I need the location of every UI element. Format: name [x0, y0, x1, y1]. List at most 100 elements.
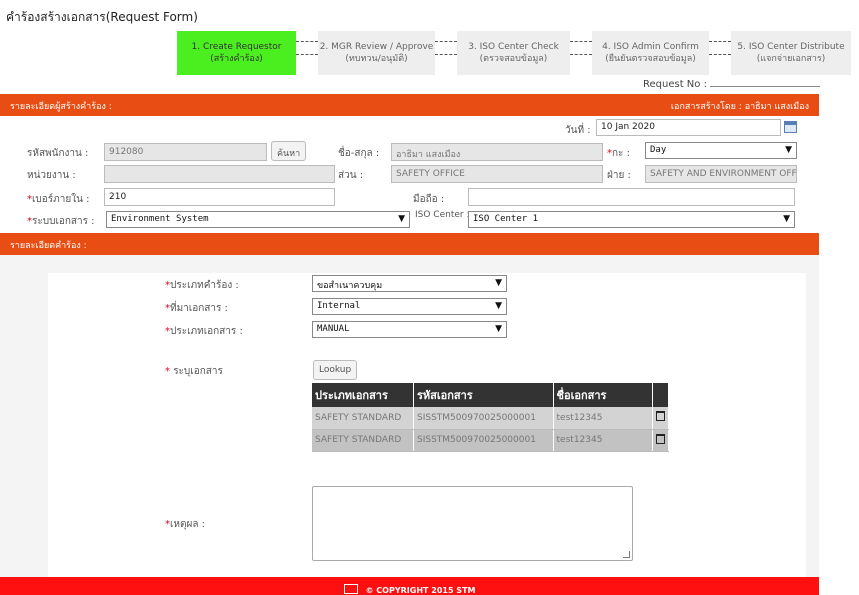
request-type-select[interactable]: ขอสำเนาควบคุม ▼ [312, 275, 507, 292]
doc-source-label: *ที่มาเอกสาร : [165, 303, 228, 314]
doc-system-label: *ระบบเอกสาร : [27, 216, 95, 227]
step-connector [296, 41, 318, 55]
request-type-value: ขอสำเนาควบคุม [317, 281, 383, 291]
step-iso-distribute: 5. ISO Center Distribute (แจกจ่ายเอกสาร) [731, 31, 851, 75]
unit-label: หน่วยงาน : [27, 170, 76, 181]
table-header-row: ประเภทเอกสาร รหัสเอกสาร ชื่อเอกสาร [312, 383, 670, 407]
request-number-label: Request No : [643, 79, 707, 90]
cell-doc-name: test12345 [553, 429, 653, 452]
page-title: คำร้องสร้างเอกสาร(Request Form) [6, 10, 198, 24]
doc-type-label-text: ประเภทเอกสาร : [170, 326, 243, 337]
table-row: SAFETY STANDARD SISSTM500970025000001 te… [312, 429, 670, 452]
iso-center-select[interactable]: ISO Center 1 ▼ [468, 211, 795, 228]
step-3-subtitle: (ตรวจสอบข้อมูล) [479, 54, 548, 64]
chevron-down-icon: ▼ [495, 301, 502, 311]
request-type-label-text: ประเภทคำร้อง : [170, 280, 239, 291]
calendar-icon[interactable] [784, 121, 797, 133]
shift-label: *กะ : [607, 148, 630, 159]
chevron-down-icon: ▼ [398, 214, 405, 224]
trash-icon[interactable] [655, 433, 665, 444]
reason-label: *เหตุผล : [165, 519, 206, 530]
company-logo-icon [343, 584, 358, 594]
cell-doc-code: SISSTM500970025000001 [413, 407, 554, 430]
resize-grip-icon[interactable] [623, 551, 630, 558]
step-4-title: 4. ISO Admin Confirm [602, 42, 699, 52]
iso-center-label: ISO Center : [415, 210, 470, 220]
request-section-title: รายละเอียดคำร้อง : [10, 241, 87, 251]
section-label: ส่วน : [338, 170, 364, 181]
documents-label-text: ระบุเอกสาร [173, 366, 223, 377]
employee-id-field: 912080 [104, 143, 267, 161]
chevron-down-icon: ▼ [783, 214, 790, 224]
step-create-requestor: 1. Create Requestor (สร้างคำร้อง) [177, 31, 296, 75]
step-connector [709, 41, 731, 55]
doc-source-label-text: ที่มาเอกสาร : [170, 303, 228, 314]
step-3-title: 3. ISO Center Check [468, 42, 559, 52]
mobile-input[interactable] [468, 188, 795, 206]
doc-type-select[interactable]: MANUAL ▼ [312, 321, 507, 338]
reason-textarea[interactable] [312, 486, 633, 561]
request-type-label: *ประเภทคำร้อง : [165, 280, 239, 291]
copyright-text: © COPYRIGHT 2015 STM [365, 586, 476, 595]
name-label: ชื่อ-สกุล : [338, 148, 380, 159]
step-1-subtitle: (สร้างคำร้อง) [210, 54, 263, 64]
documents-table: ประเภทเอกสาร รหัสเอกสาร ชื่อเอกสาร SAFET… [312, 383, 670, 452]
doc-source-value: Internal [317, 301, 361, 311]
search-button[interactable]: ค้นหา [271, 141, 307, 161]
step-connector [435, 41, 457, 55]
step-5-title: 5. ISO Center Distribute [737, 42, 845, 52]
chevron-down-icon: ▼ [785, 145, 792, 155]
step-1-title: 1. Create Requestor [191, 42, 282, 52]
step-iso-admin-confirm: 4. ISO Admin Confirm (ยืนยันตรวจสอบข้อมู… [592, 31, 709, 75]
col-doc-type: ประเภทเอกสาร [312, 383, 414, 407]
phone-label: *เบอร์ภายใน : [27, 194, 90, 205]
department-label: ฝ่าย : [607, 170, 631, 181]
phone-input[interactable]: 210 [104, 188, 335, 206]
employee-id-label: รหัสพนักงาน : [27, 148, 89, 159]
shift-select[interactable]: Day ▼ [645, 142, 797, 159]
department-field: SAFETY AND ENVIRONMENT OFFICE [645, 165, 797, 183]
section-field: SAFETY OFFICE [391, 165, 603, 183]
cell-action [652, 429, 670, 452]
iso-center-value: ISO Center 1 [473, 214, 539, 224]
name-field: อาธิมา แสงเมือง [391, 143, 603, 161]
mobile-label: มือถือ : [413, 194, 445, 205]
trash-icon[interactable] [655, 411, 665, 422]
request-section-header: รายละเอียดคำร้อง : [0, 233, 819, 255]
reason-label-text: เหตุผล : [170, 519, 206, 530]
cell-doc-type: SAFETY STANDARD [312, 429, 414, 452]
table-row: SAFETY STANDARD SISSTM500970025000001 te… [312, 407, 670, 430]
created-by-label: เอกสารสร้างโดย : อาธิมา แสงเมือง [670, 102, 809, 112]
footer: © COPYRIGHT 2015 STM [0, 577, 819, 595]
doc-type-label: *ประเภทเอกสาร : [165, 326, 243, 337]
col-doc-name: ชื่อเอกสาร [553, 383, 653, 407]
doc-system-label-text: ระบบเอกสาร : [32, 216, 95, 227]
step-2-title: 2. MGR Review / Approve [319, 42, 434, 52]
doc-type-value: MANUAL [317, 324, 350, 334]
chevron-down-icon: ▼ [495, 324, 502, 334]
unit-field [104, 165, 335, 183]
requestor-section-title: รายละเอียดผู้สร้างคำร้อง : [10, 102, 112, 112]
doc-source-select[interactable]: Internal ▼ [312, 298, 507, 315]
workflow-steps: 1. Create Requestor (สร้างคำร้อง) 2. MGR… [0, 31, 859, 76]
shift-value: Day [650, 145, 667, 155]
cell-doc-code: SISSTM500970025000001 [413, 429, 554, 452]
doc-system-value: Environment System [111, 214, 209, 224]
step-5-subtitle: (แจกจ่ายเอกสาร) [756, 54, 826, 64]
date-label: วันที่ : [565, 125, 591, 136]
step-4-subtitle: (ยืนยันตรวจสอบข้อมูล) [605, 54, 696, 64]
col-action [652, 383, 670, 407]
cell-doc-name: test12345 [553, 407, 653, 430]
step-iso-check: 3. ISO Center Check (ตรวจสอบข้อมูล) [457, 31, 570, 75]
step-connector [570, 41, 592, 55]
cell-action [652, 407, 670, 430]
date-input[interactable]: 10 Jan 2020 [596, 119, 781, 136]
step-mgr-review: 2. MGR Review / Approve (ทบทวน/อนุมัติ) [318, 31, 435, 75]
step-2-subtitle: (ทบทวน/อนุมัติ) [345, 54, 408, 64]
lookup-button[interactable]: Lookup [313, 360, 358, 380]
doc-system-select[interactable]: Environment System ▼ [106, 211, 410, 228]
cell-doc-type: SAFETY STANDARD [312, 407, 414, 430]
request-number-value [710, 78, 821, 87]
chevron-down-icon: ▼ [495, 278, 502, 288]
documents-label: * ระบุเอกสาร [165, 366, 223, 377]
